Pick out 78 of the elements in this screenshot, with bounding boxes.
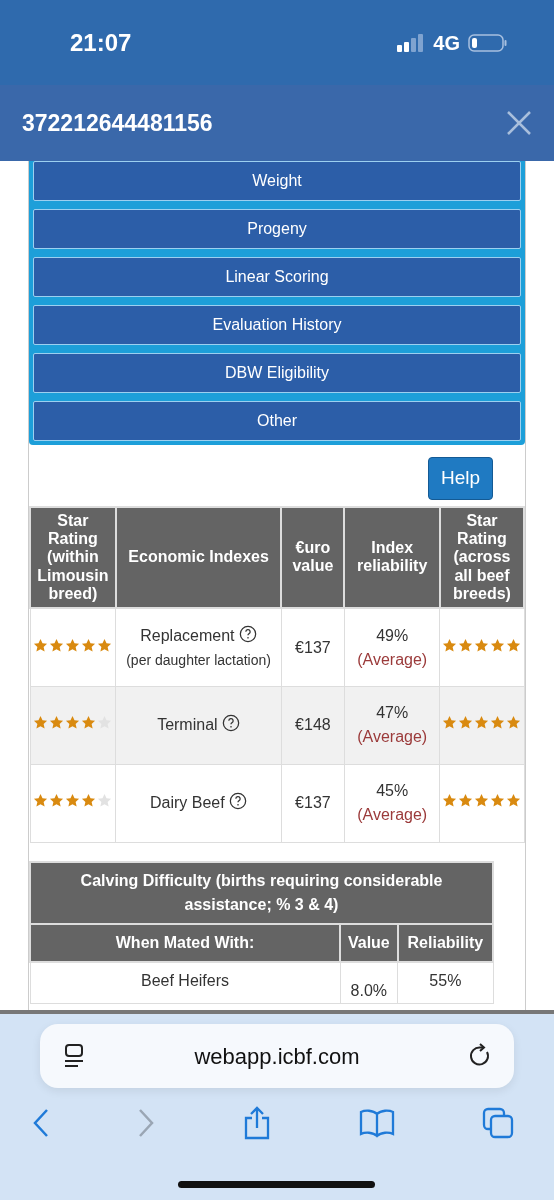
table-cell: 8.0% xyxy=(350,981,388,999)
index-name: Replacement xyxy=(140,626,235,644)
signal-icon xyxy=(397,33,426,52)
network-label: 4G xyxy=(433,30,460,56)
column-header: Value xyxy=(340,923,398,962)
star-icon xyxy=(490,637,506,653)
reliability-label: (Average) xyxy=(357,728,428,746)
star-icon xyxy=(474,715,490,731)
star-icon xyxy=(33,637,49,653)
table-cell: Beef Heifers xyxy=(140,971,229,989)
star-icon xyxy=(474,637,490,653)
star-icon xyxy=(97,793,113,809)
reliability-value: 49% xyxy=(376,626,409,644)
star-icon xyxy=(490,715,506,731)
star-icon xyxy=(33,793,49,809)
reload-icon[interactable] xyxy=(468,1043,492,1069)
help-button[interactable]: Help xyxy=(427,457,493,500)
star-icon xyxy=(81,793,97,809)
star-icon xyxy=(506,715,522,731)
star-icon xyxy=(442,637,458,653)
clock-time: 21:07 xyxy=(70,27,132,58)
reliability-value: 47% xyxy=(376,704,409,722)
menu-button[interactable]: Linear Scoring xyxy=(33,257,521,297)
url-field[interactable]: webapp.icbf.com xyxy=(194,1039,360,1073)
column-header: Index reliability xyxy=(344,506,440,609)
star-icon xyxy=(49,637,65,653)
star-icon xyxy=(490,793,506,809)
star-icon xyxy=(65,793,81,809)
euro-value: €137 xyxy=(295,794,331,812)
share-icon[interactable] xyxy=(242,1106,272,1140)
tabs-icon[interactable] xyxy=(482,1107,514,1139)
star-icon xyxy=(506,637,522,653)
star-icon xyxy=(65,715,81,731)
menu-button[interactable]: Weight xyxy=(33,161,521,201)
reliability-label: (Average) xyxy=(357,806,428,824)
star-icon xyxy=(81,715,97,731)
close-icon[interactable] xyxy=(506,110,532,136)
star-icon xyxy=(442,793,458,809)
animal-id-title: 372212644481156 xyxy=(22,108,213,138)
star-icon xyxy=(65,637,81,653)
back-icon[interactable] xyxy=(32,1108,50,1138)
column-header: Star Rating (within Limousin breed) xyxy=(30,506,116,609)
euro-value: €137 xyxy=(295,638,331,656)
star-icon xyxy=(49,715,65,731)
star-icon xyxy=(81,637,97,653)
column-header: Economic Indexes xyxy=(115,506,282,609)
star-icon xyxy=(458,637,474,653)
book-icon[interactable] xyxy=(359,1108,395,1138)
column-header: €uro value xyxy=(281,506,345,609)
reader-icon[interactable] xyxy=(62,1043,86,1069)
index-name: Dairy Beef xyxy=(150,794,225,812)
reliability-label: (Average) xyxy=(357,650,428,668)
column-header: Star Rating (across all beef breeds) xyxy=(439,506,524,609)
star-icon xyxy=(458,793,474,809)
euro-value: €148 xyxy=(295,716,331,734)
table-title: Calving Difficulty (births requiring considerable assistance; % 3 & 4) xyxy=(30,861,493,924)
column-header: Reliability xyxy=(397,923,493,962)
star-icon xyxy=(442,715,458,731)
star-icon xyxy=(506,793,522,809)
star-icon xyxy=(97,637,113,653)
table-cell: 55% xyxy=(429,971,462,989)
menu-button[interactable]: Other xyxy=(33,401,521,441)
menu-button[interactable]: Progeny xyxy=(33,209,521,249)
forward-icon[interactable] xyxy=(137,1108,155,1138)
menu-button[interactable]: Evaluation History xyxy=(33,305,521,345)
star-icon xyxy=(474,793,490,809)
help-icon[interactable] xyxy=(222,714,241,733)
index-name: Terminal xyxy=(157,716,218,734)
help-icon[interactable] xyxy=(229,792,248,811)
column-header: When Mated With: xyxy=(30,923,340,962)
star-icon xyxy=(49,793,65,809)
index-note: (per daughter lactation) xyxy=(126,651,271,668)
menu-button[interactable]: DBW Eligibility xyxy=(33,353,521,393)
help-icon[interactable] xyxy=(238,624,257,643)
reliability-value: 45% xyxy=(376,782,409,800)
star-icon xyxy=(458,715,474,731)
battery-icon xyxy=(468,32,508,53)
star-icon xyxy=(33,715,49,731)
